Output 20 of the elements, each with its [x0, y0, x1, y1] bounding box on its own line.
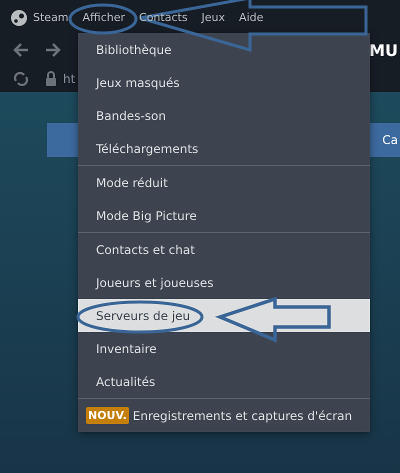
menu-item[interactable]: Actualités: [78, 365, 370, 398]
menu-item[interactable]: Mode réduit: [78, 166, 370, 199]
menu-item[interactable]: Contacts et chat: [78, 233, 370, 266]
menu-item[interactable]: Téléchargements: [78, 132, 370, 165]
menu-bar-item[interactable]: Aide: [239, 11, 270, 24]
menu-item[interactable]: Mode Big Picture: [78, 199, 370, 232]
url-text: ht: [63, 72, 76, 86]
menu-item[interactable]: NOUV. Enregistrements et captures d'écran: [78, 399, 370, 432]
menu-item[interactable]: Bandes-son: [78, 99, 370, 132]
menu-item[interactable]: Jeux masqués: [78, 66, 370, 99]
menu-item[interactable]: Bibliothèque: [78, 33, 370, 66]
page-title: MU: [369, 40, 398, 60]
menu-bar-item[interactable]: Steam: [33, 11, 76, 24]
menu-item[interactable]: Joueurs et joueuses: [78, 266, 370, 299]
menu-item-label: Enregistrements et captures d'écran: [132, 408, 352, 422]
menu-bar-item[interactable]: Jeux: [202, 11, 232, 24]
new-badge: NOUV.: [86, 407, 129, 424]
menu-bar-item[interactable]: Afficher: [82, 11, 132, 24]
banner-button[interactable]: Ca: [382, 133, 398, 147]
menu-item[interactable]: Inventaire: [78, 332, 370, 365]
